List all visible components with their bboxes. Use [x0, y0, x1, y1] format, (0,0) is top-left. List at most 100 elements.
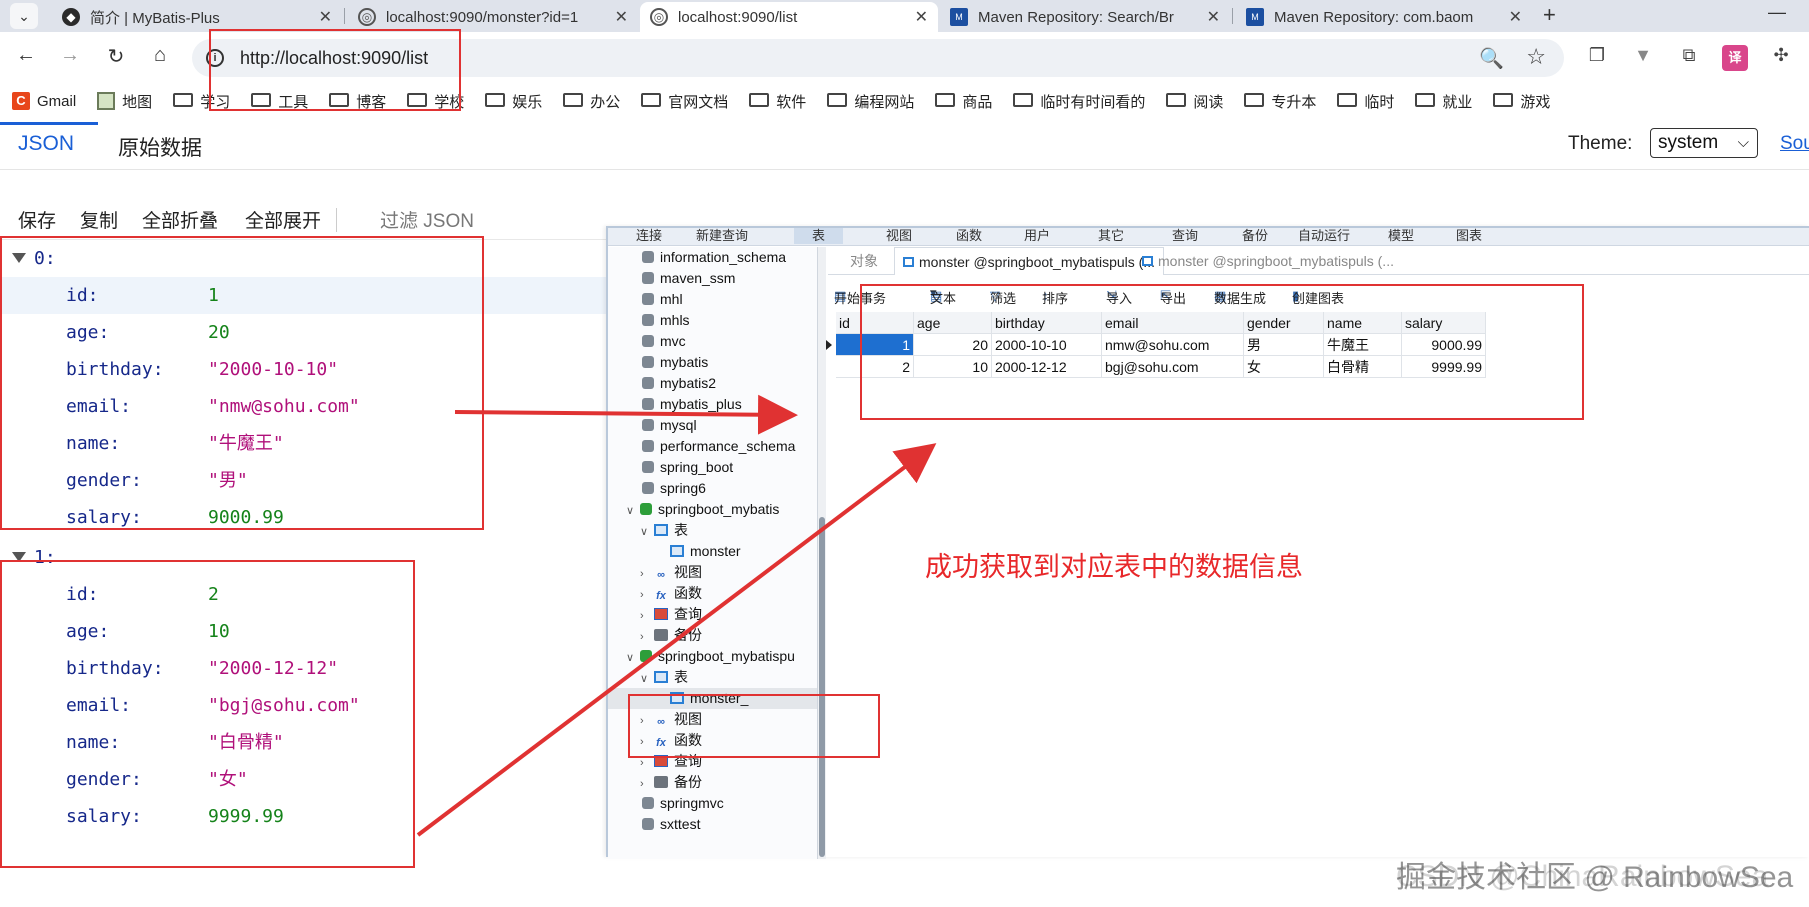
ribbon-item[interactable]: 新建查询 [696, 228, 748, 244]
tab-monster-design[interactable]: monster @springboot_mybatispuls (... [1134, 247, 1402, 275]
theme-select[interactable]: system ⌵ [1650, 128, 1758, 158]
tree-table-monster[interactable]: monster [608, 541, 817, 562]
chevron-right-icon[interactable]: › [640, 585, 652, 606]
tab-maven-search[interactable]: M Maven Repository: Search/Br ✕ [940, 2, 1230, 32]
tree-database[interactable]: spring_boot [608, 457, 817, 478]
bookmark-folder[interactable]: 专升本 [1244, 91, 1316, 112]
tab-maven-baomidou[interactable]: M Maven Repository: com.baom ✕ [1236, 2, 1532, 32]
tree-functions-folder[interactable]: › fx 函数 [608, 583, 817, 606]
expand-all-button[interactable]: 全部展开 [245, 206, 321, 233]
minimize-button[interactable]: — [1768, 2, 1786, 23]
ribbon-item[interactable]: 其它 [1098, 228, 1124, 244]
bookmark-folder[interactable]: 临时 [1337, 91, 1394, 112]
ribbon-item[interactable]: 视图 [886, 228, 912, 244]
tree-database[interactable]: performance_schema [608, 436, 817, 457]
bookmark-folder[interactable]: 游戏 [1493, 91, 1550, 112]
ribbon-item[interactable]: 图表 [1456, 228, 1482, 244]
close-icon[interactable]: ✕ [915, 7, 928, 27]
chevron-down-icon[interactable]: ∨ [640, 669, 652, 690]
copy-button[interactable]: 复制 [80, 206, 118, 233]
reload-button[interactable]: ↻ [102, 44, 130, 69]
chevron-right-icon[interactable]: › [640, 606, 652, 627]
bookmark-folder[interactable]: 阅读 [1166, 91, 1223, 112]
tab-localhost-monster[interactable]: ◎ localhost:9090/monster?id=1 ✕ [348, 2, 638, 32]
tree-label: 备份 [674, 774, 702, 790]
tree-database[interactable]: springmvc [608, 793, 817, 814]
tree-tables-folder[interactable]: ∨ 表 [608, 520, 817, 543]
tree-database[interactable]: mhls [608, 310, 817, 331]
chevron-right-icon[interactable]: › [640, 627, 652, 648]
tree-views-folder[interactable]: › ∞ 视图 [608, 562, 817, 585]
extension-v-icon[interactable]: ▼ [1630, 45, 1656, 71]
chevron-down-icon: ⌄ [18, 7, 30, 24]
bookmark-gmail[interactable]: C Gmail [12, 92, 76, 110]
ribbon-item[interactable]: 查询 [1172, 228, 1198, 244]
tree-database[interactable]: spring6 [608, 478, 817, 499]
tree-database[interactable]: mybatis_plus [608, 394, 817, 415]
ribbon-item-active[interactable]: 表 [794, 228, 844, 244]
chevron-right-icon[interactable]: › [640, 774, 652, 795]
bookmark-folder[interactable]: 编程网站 [827, 91, 914, 112]
back-button[interactable]: ← [12, 44, 40, 67]
bookmark-folder[interactable]: 商品 [935, 91, 992, 112]
chevron-down-icon[interactable]: ∨ [626, 501, 638, 522]
tree-database[interactable]: mvc [608, 331, 817, 352]
tab-mybatis-plus[interactable]: ◆ 简介 | MyBatis-Plus ✕ [52, 2, 342, 32]
scrollbar-thumb[interactable] [819, 517, 825, 857]
tree-backups-folder[interactable]: › 备份 [608, 772, 817, 795]
tree-scrollbar[interactable] [818, 247, 826, 859]
chevron-down-icon[interactable]: ∨ [640, 522, 652, 543]
source-link[interactable]: Sou [1780, 133, 1809, 155]
tree-queries-folder[interactable]: › 查询 [608, 604, 817, 627]
tab-label: monster @springboot_mybatispuls (... [1158, 253, 1394, 269]
tree-backups-folder[interactable]: › 备份 [608, 625, 817, 648]
bookmark-folder[interactable]: 官网文档 [641, 91, 728, 112]
ribbon-item[interactable]: 函数 [956, 228, 982, 244]
tree-database[interactable]: maven_ssm [608, 268, 817, 289]
ribbon-item[interactable]: 连接 [636, 228, 662, 244]
ribbon-item[interactable]: 备份 [1242, 228, 1268, 244]
tab-objects[interactable]: 对象 [842, 247, 886, 275]
translate-icon[interactable]: 译 [1722, 45, 1748, 71]
tree-database[interactable]: mybatis2 [608, 373, 817, 394]
tree-database[interactable]: mysql [608, 415, 817, 436]
open-external-icon[interactable]: ⧉ [1676, 45, 1702, 71]
tree-database-springboot-mybatis[interactable]: ∨ springboot_mybatis [608, 499, 817, 522]
filter-json-input[interactable]: 过滤 JSON [380, 206, 474, 233]
ribbon-item[interactable]: 模型 [1388, 228, 1414, 244]
ribbon-item[interactable]: 自动运行 [1298, 228, 1350, 244]
tree-database[interactable]: information_schema [608, 247, 817, 268]
close-icon[interactable]: ✕ [1207, 7, 1220, 27]
chevron-right-icon[interactable]: › [640, 564, 652, 585]
home-button[interactable]: ⌂ [146, 44, 174, 67]
star-icon[interactable]: ☆ [1526, 44, 1546, 70]
tab-search-button[interactable]: ⌄ [10, 3, 38, 29]
collections-icon[interactable]: ❐ [1584, 45, 1610, 71]
tree-database[interactable]: mybatis [608, 352, 817, 373]
tree-database-springboot-mybatisplus[interactable]: ∨ springboot_mybatispu [608, 646, 817, 669]
bookmark-folder[interactable]: 软件 [749, 91, 806, 112]
bookmark-map[interactable]: 地图 [97, 91, 152, 112]
close-icon[interactable]: ✕ [615, 7, 628, 27]
save-button[interactable]: 保存 [18, 206, 56, 233]
bookmark-folder[interactable]: 就业 [1415, 91, 1472, 112]
tab-localhost-list[interactable]: ◎ localhost:9090/list ✕ [640, 2, 938, 32]
new-tab-button[interactable]: + [1543, 2, 1556, 28]
extensions-puzzle-icon[interactable]: ✣ [1768, 45, 1794, 71]
tree-tables-folder[interactable]: ∨ 表 [608, 667, 817, 690]
tree-database[interactable]: sxttest [608, 814, 817, 835]
bookmark-folder[interactable]: 娱乐 [485, 91, 542, 112]
close-icon[interactable]: ✕ [1509, 7, 1522, 27]
chevron-down-icon[interactable]: ∨ [626, 648, 638, 669]
tab-monster-data[interactable]: monster @springboot_mybatispuls (... [894, 247, 1164, 275]
collapse-all-button[interactable]: 全部折叠 [142, 206, 218, 233]
ribbon-item[interactable]: 用户 [1024, 228, 1050, 244]
forward-button[interactable]: → [56, 44, 84, 67]
tab-json[interactable]: JSON [18, 132, 74, 156]
tree-database[interactable]: mhl [608, 289, 817, 310]
bookmark-folder[interactable]: 临时有时间看的 [1013, 91, 1145, 112]
tab-raw-data[interactable]: 原始数据 [118, 132, 202, 162]
zoom-icon[interactable]: 🔍 [1479, 46, 1504, 71]
bookmark-folder[interactable]: 办公 [563, 91, 620, 112]
close-icon[interactable]: ✕ [319, 7, 332, 27]
